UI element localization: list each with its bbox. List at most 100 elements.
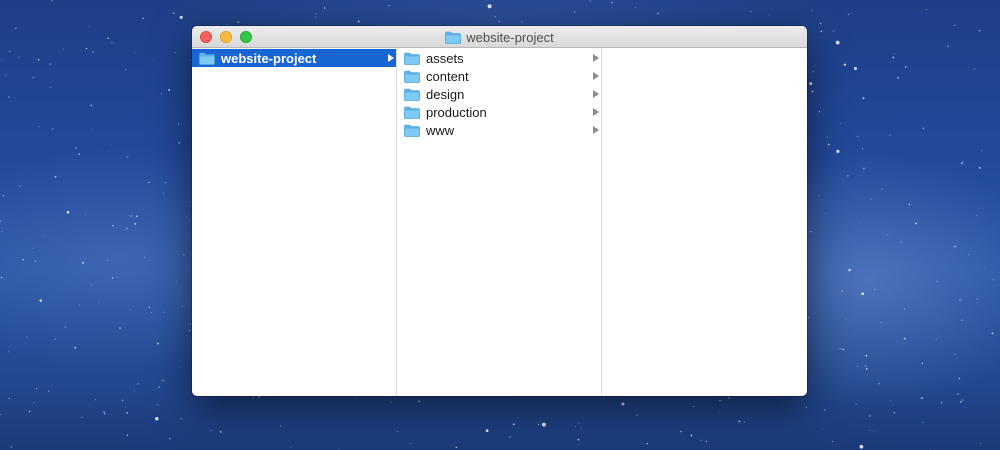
star [388, 4, 390, 7]
folder-icon [404, 124, 420, 137]
star [0, 220, 2, 222]
star [130, 309, 132, 310]
list-item-design[interactable]: design [397, 85, 601, 103]
star [859, 444, 864, 449]
star [155, 417, 159, 421]
list-item-content[interactable]: content [397, 67, 601, 85]
star [126, 434, 129, 436]
star [390, 401, 392, 403]
star [111, 42, 113, 44]
list-item-assets[interactable]: assets [397, 49, 601, 67]
star [842, 348, 844, 351]
star [169, 438, 171, 440]
star [921, 397, 923, 399]
star [8, 351, 10, 353]
star [611, 1, 613, 4]
star [185, 216, 188, 218]
star [903, 337, 906, 340]
star [578, 422, 580, 424]
star [865, 354, 868, 357]
star [124, 69, 127, 71]
star [35, 260, 37, 262]
star [719, 399, 721, 402]
star [258, 395, 261, 398]
star [831, 440, 833, 442]
star [843, 63, 846, 66]
star [160, 93, 163, 95]
star [900, 241, 902, 243]
star [49, 63, 51, 65]
window-title-area: website-project [192, 26, 807, 48]
star [112, 224, 114, 227]
star [357, 20, 360, 23]
star [810, 230, 812, 233]
star [168, 88, 171, 91]
star [743, 421, 746, 423]
star [111, 277, 114, 279]
star [835, 40, 840, 45]
column-2[interactable]: assets content design production www [397, 48, 602, 396]
star [892, 56, 895, 59]
star [936, 280, 938, 282]
star [130, 215, 133, 217]
star [136, 382, 139, 385]
star [162, 379, 164, 382]
star [893, 52, 895, 54]
star [494, 16, 496, 18]
folder-icon [199, 52, 215, 65]
star [961, 319, 963, 322]
star [893, 411, 896, 414]
list-item-production[interactable]: production [397, 103, 601, 121]
star [8, 96, 10, 98]
star [74, 346, 77, 349]
star [808, 316, 810, 319]
star [992, 279, 994, 281]
star [887, 234, 889, 236]
star [991, 332, 994, 335]
star [968, 253, 970, 255]
list-item-label: www [426, 122, 455, 138]
star [836, 149, 840, 153]
star [150, 311, 153, 314]
star [455, 446, 458, 449]
star [103, 411, 105, 413]
star [172, 12, 175, 15]
star [135, 215, 138, 218]
star [75, 147, 77, 149]
star [819, 22, 822, 25]
star [85, 214, 86, 216]
disclosure-arrow-icon [593, 90, 599, 98]
folder-icon [445, 31, 462, 44]
star [174, 52, 176, 53]
star [957, 392, 959, 395]
title-bar[interactable]: website-project [192, 26, 807, 48]
star [17, 56, 20, 59]
star [485, 429, 489, 433]
star [85, 47, 88, 50]
star [705, 440, 708, 443]
column-3[interactable] [602, 48, 807, 396]
folder-icon [404, 106, 420, 119]
star [148, 306, 151, 309]
star [925, 8, 927, 10]
star [826, 136, 829, 138]
star [890, 400, 892, 402]
list-item-website-project[interactable]: website-project [192, 49, 396, 67]
star [847, 175, 849, 177]
star [182, 253, 185, 256]
list-item-label: design [426, 86, 465, 102]
star [521, 21, 523, 23]
star [636, 414, 638, 416]
star [373, 12, 375, 14]
star [889, 134, 892, 137]
star [126, 155, 129, 158]
star [959, 401, 962, 403]
star [823, 428, 825, 430]
star [723, 403, 725, 405]
star [947, 45, 949, 48]
star [985, 267, 986, 269]
star [854, 67, 857, 70]
column-1[interactable]: website-project [192, 48, 397, 396]
list-item-www[interactable]: www [397, 121, 601, 139]
star [54, 338, 57, 341]
